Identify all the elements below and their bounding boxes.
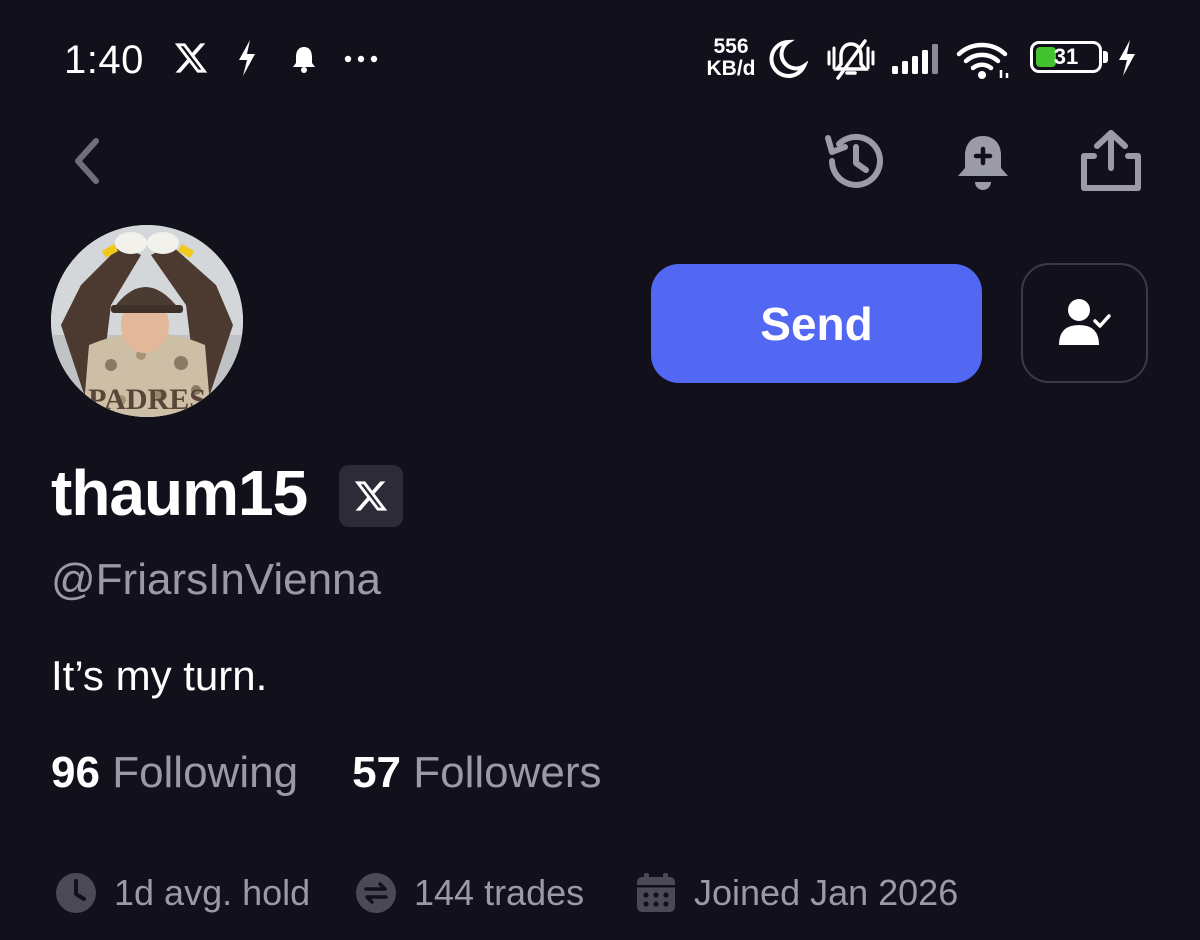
notify-add-icon[interactable] <box>950 130 1016 194</box>
network-speed: 556 KB/d <box>704 36 758 80</box>
back-chevron-icon[interactable] <box>66 136 110 186</box>
following-toggle-button[interactable] <box>1021 263 1148 383</box>
share-icon[interactable] <box>1076 128 1146 194</box>
battery-tip <box>1103 51 1108 63</box>
display-name: thaum15 <box>51 457 308 529</box>
avatar-image: PADRES <box>51 225 243 417</box>
joined-meta: Joined Jan 2026 <box>635 867 958 919</box>
battery-level: 31 <box>1053 44 1079 69</box>
battery-icon: 31 <box>1030 41 1102 73</box>
network-speed-value: 556 <box>713 35 749 58</box>
moon-icon <box>769 39 808 78</box>
history-icon[interactable] <box>822 128 888 194</box>
avatar[interactable]: PADRES <box>51 225 243 417</box>
calendar-icon <box>637 873 675 912</box>
avatar-caption: PADRES <box>88 383 206 416</box>
bio: It’s my turn. <box>51 652 268 699</box>
notification-bell-icon <box>293 47 315 73</box>
stats-row: 96 Following 57 Followers <box>51 748 602 798</box>
following-stat[interactable]: 96 Following <box>51 748 298 797</box>
avg-hold-text: 1d avg. hold <box>114 872 311 913</box>
clock-icon <box>56 873 96 913</box>
following-label: Following <box>112 748 299 797</box>
following-count: 96 <box>51 748 100 797</box>
trades-text: 144 trades <box>414 872 585 913</box>
trades-meta: 144 trades <box>355 867 584 919</box>
x-account-badge[interactable] <box>339 465 403 527</box>
followers-stat[interactable]: 57 Followers <box>352 748 601 797</box>
wifi-icon <box>956 42 1009 79</box>
joined-text: Joined Jan 2026 <box>694 872 959 913</box>
swap-arrows-icon <box>356 873 396 913</box>
network-speed-unit: KB/d <box>706 57 756 80</box>
user-handle: @FriarsInVienna <box>51 555 381 604</box>
more-dots-icon <box>344 55 378 63</box>
followers-label: Followers <box>413 748 602 797</box>
status-time: 1:40 <box>64 38 144 82</box>
charging-icon <box>1119 40 1135 76</box>
x-logo-icon <box>354 481 388 511</box>
x-logo-icon <box>174 43 208 73</box>
person-check-icon <box>1058 299 1111 345</box>
flash-icon <box>239 40 255 76</box>
followers-count: 57 <box>352 748 402 797</box>
signal-icon <box>892 44 938 74</box>
send-button[interactable]: Send <box>651 264 982 383</box>
avg-hold-meta: 1d avg. hold <box>55 867 310 919</box>
muted-bell-icon <box>827 39 875 80</box>
